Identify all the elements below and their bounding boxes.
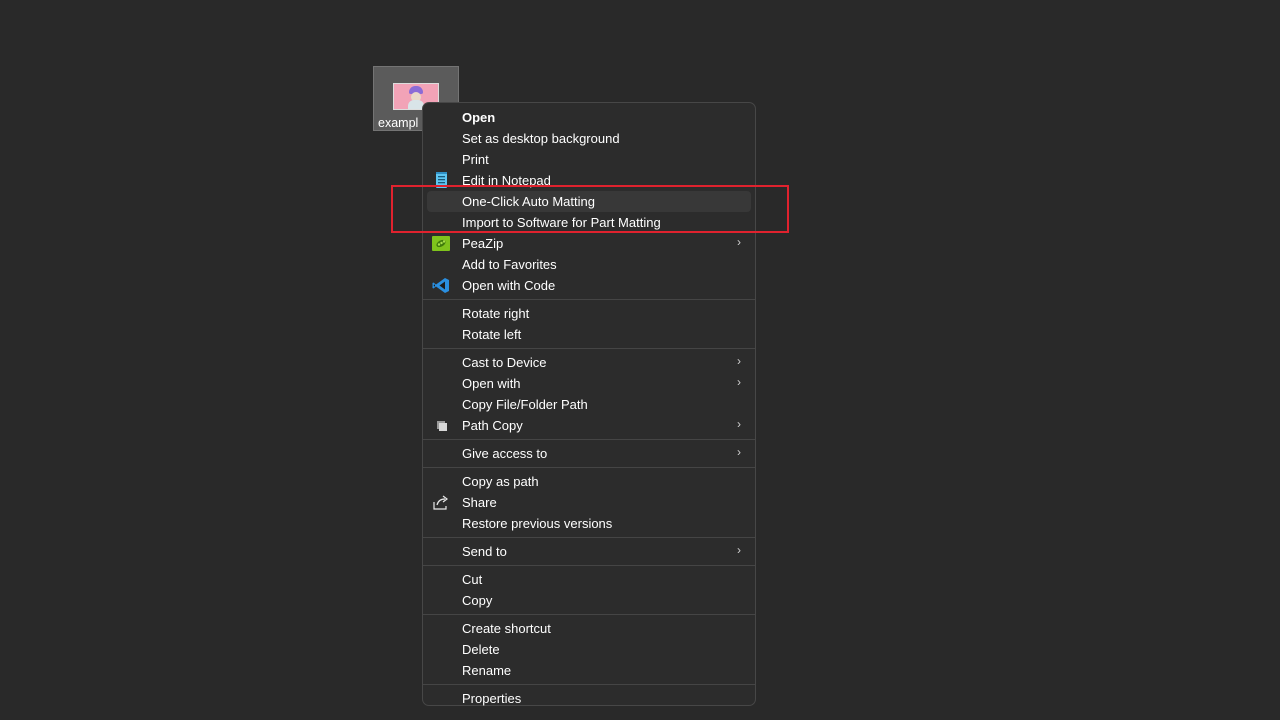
chevron-right-icon: › <box>737 375 741 389</box>
annotation-highlight-box <box>391 185 789 233</box>
menu-item-rename[interactable]: Rename <box>427 660 751 681</box>
vscode-icon <box>432 277 450 294</box>
menu-separator <box>423 565 755 566</box>
menu-item-share[interactable]: Share <box>427 492 751 513</box>
menu-item-peazip[interactable]: PeaZip › <box>427 233 751 254</box>
menu-item-rotate-left[interactable]: Rotate left <box>427 324 751 345</box>
menu-item-rotate-right[interactable]: Rotate right <box>427 303 751 324</box>
menu-item-set-desktop-background[interactable]: Set as desktop background <box>427 128 751 149</box>
menu-item-properties[interactable]: Properties <box>427 688 751 709</box>
menu-separator <box>423 467 755 468</box>
menu-item-copy[interactable]: Copy <box>427 590 751 611</box>
menu-item-open[interactable]: Open <box>427 107 751 128</box>
menu-item-copy-file-folder-path[interactable]: Copy File/Folder Path <box>427 394 751 415</box>
chevron-right-icon: › <box>737 543 741 557</box>
menu-item-send-to[interactable]: Send to › <box>427 541 751 562</box>
menu-item-add-to-favorites[interactable]: Add to Favorites <box>427 254 751 275</box>
menu-item-print[interactable]: Print <box>427 149 751 170</box>
menu-item-cut[interactable]: Cut <box>427 569 751 590</box>
menu-item-open-with[interactable]: Open with › <box>427 373 751 394</box>
menu-separator <box>423 614 755 615</box>
menu-item-create-shortcut[interactable]: Create shortcut <box>427 618 751 639</box>
file-name-label: exampl <box>378 116 419 130</box>
desktop: exampl Open Set as desktop background Pr… <box>0 0 1280 720</box>
chevron-right-icon: › <box>737 235 741 249</box>
menu-separator <box>423 439 755 440</box>
chevron-right-icon: › <box>737 417 741 431</box>
menu-item-restore-previous-versions[interactable]: Restore previous versions <box>427 513 751 534</box>
chevron-right-icon: › <box>737 445 741 459</box>
menu-item-path-copy[interactable]: Path Copy › <box>427 415 751 436</box>
menu-item-cast-to-device[interactable]: Cast to Device › <box>427 352 751 373</box>
path-copy-icon <box>432 417 450 434</box>
menu-item-open-with-code[interactable]: Open with Code <box>427 275 751 296</box>
peazip-icon <box>432 235 450 252</box>
menu-separator <box>423 348 755 349</box>
share-icon <box>432 494 450 511</box>
menu-item-give-access-to[interactable]: Give access to › <box>427 443 751 464</box>
menu-separator <box>423 684 755 685</box>
menu-item-copy-as-path[interactable]: Copy as path <box>427 471 751 492</box>
menu-separator <box>423 299 755 300</box>
menu-item-delete[interactable]: Delete <box>427 639 751 660</box>
menu-separator <box>423 537 755 538</box>
chevron-right-icon: › <box>737 354 741 368</box>
